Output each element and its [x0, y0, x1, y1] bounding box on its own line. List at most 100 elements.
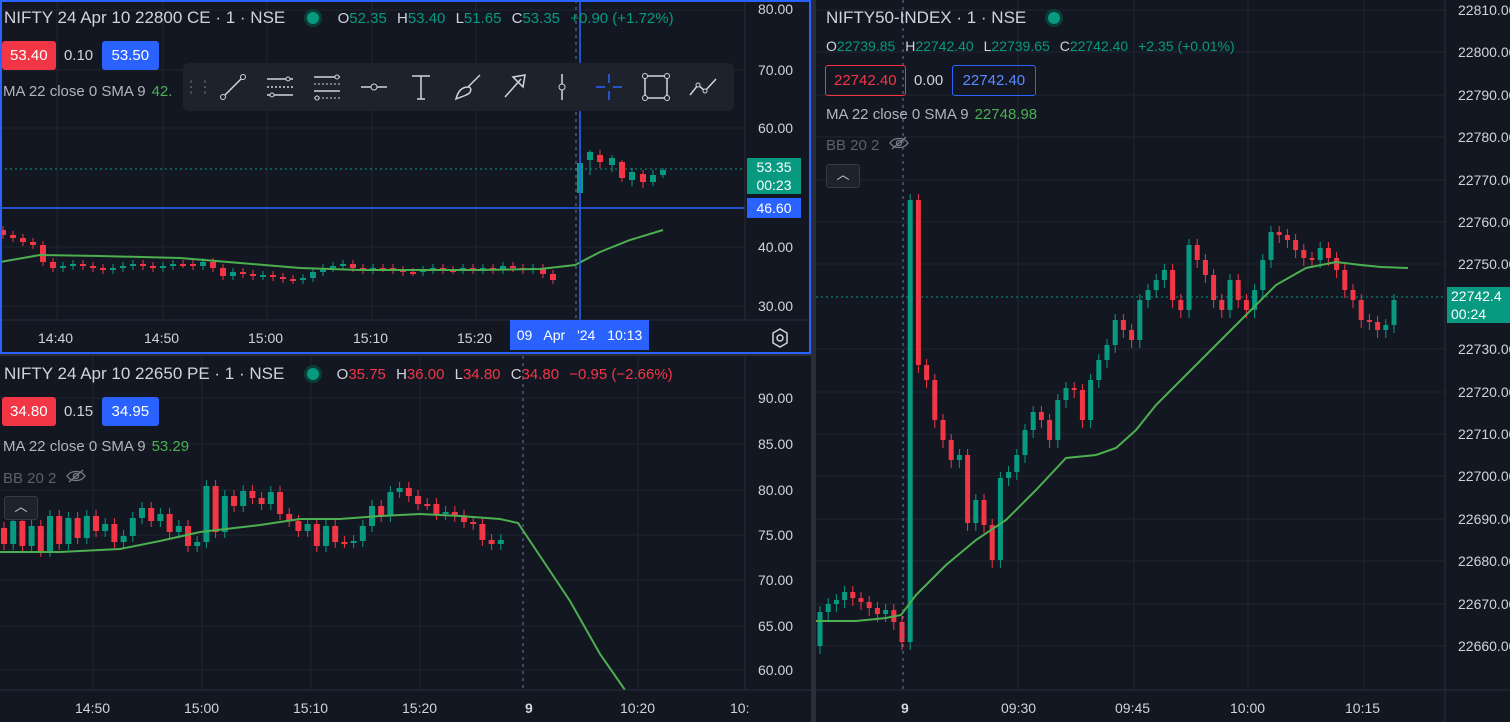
candle-body	[65, 518, 72, 544]
sell-button[interactable]: 34.80	[2, 397, 56, 426]
candle-body	[313, 524, 320, 546]
candle-body	[850, 592, 856, 598]
candle-body	[180, 264, 186, 266]
collapse-legend-button[interactable]: ︿	[826, 164, 860, 188]
candle-body	[433, 504, 440, 514]
arrow-tool[interactable]	[491, 63, 538, 111]
candle-body	[0, 230, 6, 235]
buy-button[interactable]: 22742.40	[951, 65, 1037, 96]
change-value: +2.35 (+0.01%)	[1138, 38, 1235, 54]
candle-body	[1276, 232, 1282, 235]
horizontal-ray-icon	[360, 83, 387, 91]
candle-body	[150, 266, 156, 268]
chart-pane-ce[interactable]: NIFTY 24 Apr 10 22800 CE · 1 · NSE O52.3…	[0, 0, 811, 354]
candle-body	[240, 272, 246, 274]
candle-body	[640, 174, 646, 182]
bb-indicator-legend[interactable]: BB 20 2	[3, 469, 87, 487]
y-tick: 22770.00	[1458, 172, 1510, 188]
collapse-legend-button[interactable]: ︿	[4, 496, 38, 520]
candle-body	[28, 526, 35, 546]
candle-body	[1079, 390, 1085, 420]
y-tick: 22780.00	[1458, 129, 1510, 145]
sell-button[interactable]: 53.40	[2, 41, 56, 70]
last-price: 53.35	[756, 159, 792, 175]
candle-body	[140, 264, 146, 266]
candle-body	[1137, 300, 1143, 340]
rectangle-tool[interactable]	[632, 63, 679, 111]
hidden-eye-icon[interactable]	[889, 136, 910, 154]
ma-indicator-legend[interactable]: MA 22 close 0 SMA 9 53.29	[3, 438, 189, 455]
buy-button[interactable]: 34.95	[101, 397, 160, 426]
candle-body	[90, 266, 96, 268]
crosshair-price-tag: 46.60	[747, 198, 801, 218]
candle-body	[1325, 248, 1331, 258]
close-value: 22742.40	[1069, 38, 1129, 54]
ma-label: MA 22 close 0 SMA 9	[3, 83, 146, 100]
text-tool[interactable]	[397, 63, 444, 111]
y-tick: 80.00	[758, 1, 794, 17]
candle-body	[1153, 280, 1159, 290]
hidden-eye-icon[interactable]	[66, 469, 87, 487]
y-tick: 70.00	[758, 572, 794, 588]
candle-body	[378, 506, 385, 516]
settings-gear-icon[interactable]	[770, 328, 790, 348]
ma-indicator-legend[interactable]: MA 22 close 0 SMA 9 22748.98	[826, 106, 1037, 123]
symbol-legend: NIFTY 24 Apr 10 22650 PE · 1 · NSE O35.7…	[4, 364, 673, 383]
candle-body	[1202, 260, 1208, 275]
candle-body	[203, 486, 210, 542]
open-value: 52.35	[349, 10, 387, 27]
change-value: −0.95 (−2.66%)	[569, 366, 673, 383]
parallel-channel-tool[interactable]	[256, 63, 303, 111]
candle-body	[190, 264, 196, 266]
candle-body	[83, 516, 90, 538]
sell-button[interactable]: 22742.40	[825, 65, 906, 96]
candle-body	[280, 277, 286, 279]
open-value: 35.75	[348, 366, 386, 383]
ma-indicator-legend[interactable]: MA 22 close 0 SMA 9 42.	[3, 83, 172, 100]
bid-ask-panel: 34.80 0.15 34.95	[2, 397, 160, 426]
x-tick: 14:40	[38, 330, 74, 346]
candle-body	[956, 455, 962, 460]
symbol-title[interactable]: NIFTY 24 Apr 10 22800 CE · 1 · NSE	[4, 8, 285, 27]
symbol-title[interactable]: NIFTY50-INDEX · 1 · NSE	[826, 8, 1026, 27]
trend-line-tool[interactable]	[209, 63, 256, 111]
bb-indicator-legend[interactable]: BB 20 2	[826, 136, 910, 154]
candle-body	[550, 274, 556, 280]
symbol-title[interactable]: NIFTY 24 Apr 10 22650 PE · 1 · NSE	[4, 364, 284, 383]
market-status-icon[interactable]	[1048, 12, 1061, 24]
candle-body	[817, 612, 823, 646]
candle-body	[1112, 320, 1118, 345]
chart-pane-pe[interactable]: NIFTY 24 Apr 10 22650 PE · 1 · NSE O35.7…	[0, 356, 811, 722]
candle-body	[70, 264, 76, 266]
brush-tool[interactable]	[444, 63, 491, 111]
candle-body	[965, 455, 971, 523]
candle-body	[258, 498, 265, 504]
buy-button[interactable]: 53.50	[101, 41, 160, 70]
candle-body	[497, 540, 504, 544]
market-status-icon[interactable]	[306, 368, 319, 380]
horizontal-ray-tool[interactable]	[350, 63, 397, 111]
vertical-line-icon	[558, 74, 565, 100]
path-tool[interactable]	[679, 63, 726, 111]
chart-pane-index[interactable]: NIFTY50-INDEX · 1 · NSE O22739.85 H22742…	[816, 0, 1510, 722]
x-tick: 15:20	[457, 330, 493, 346]
vertical-line-tool[interactable]	[538, 63, 585, 111]
chevron-up-icon: ︿	[836, 167, 850, 182]
candle-body	[212, 486, 219, 532]
candle-body	[220, 268, 226, 276]
drag-handle-icon[interactable]: ⋮⋮	[183, 77, 213, 97]
path-icon	[688, 78, 717, 96]
ma-line	[816, 260, 1409, 622]
y-tick: 80.00	[758, 482, 794, 498]
fib-retracement-tool[interactable]	[303, 63, 350, 111]
candle-body	[260, 275, 266, 277]
candle-body	[932, 380, 938, 420]
candle-body	[1235, 280, 1241, 300]
candle-body	[842, 592, 848, 600]
cross-line-tool[interactable]	[585, 63, 632, 111]
y-tick: 22760.00	[1458, 214, 1510, 230]
y-tick: 22810.00	[1458, 2, 1510, 18]
y-tick: 65.00	[758, 618, 794, 634]
market-status-icon[interactable]	[307, 12, 320, 24]
y-tick: 22670.00	[1458, 596, 1510, 612]
